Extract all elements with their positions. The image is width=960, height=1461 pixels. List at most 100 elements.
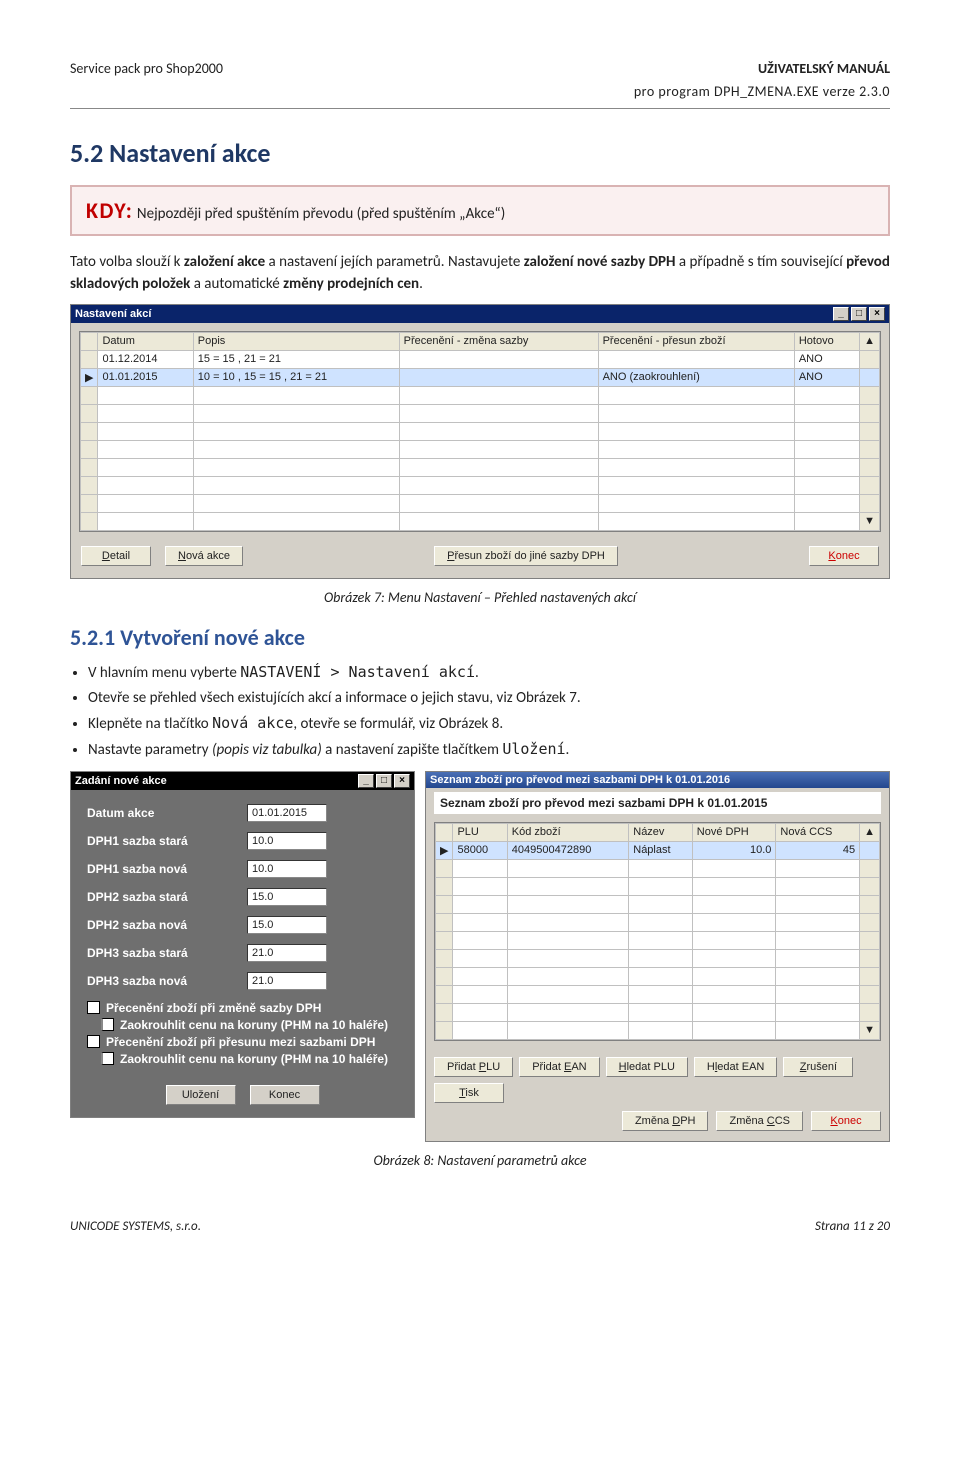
input-dph3-nova[interactable]: 21.0 (247, 972, 327, 990)
maximize-icon[interactable]: □ (851, 307, 867, 321)
table-row (81, 494, 880, 512)
table-row (81, 476, 880, 494)
input-dph3-stara[interactable]: 21.0 (247, 944, 327, 962)
checkbox-label: Zaokrouhlit cenu na koruny (PHM na 10 ha… (120, 1018, 388, 1032)
footer-company: UNICODE SYSTEMS, s.r.o. (70, 1219, 201, 1234)
nova-akce-button[interactable]: Nová akce (165, 546, 243, 566)
kdy-label: KDY: (86, 197, 133, 224)
table-row (436, 985, 880, 1003)
col-kod[interactable]: Kód zboží (507, 823, 628, 841)
table-row (436, 859, 880, 877)
p1i: . (419, 275, 423, 293)
table-row: ▼ (81, 512, 880, 530)
col-nazev[interactable]: Název (629, 823, 693, 841)
maximize-icon[interactable]: □ (376, 774, 392, 788)
col-nova-ccs[interactable]: Nová CCS (776, 823, 860, 841)
scroll-down-icon[interactable]: ▼ (860, 512, 880, 530)
p1e: a případně s tím související (676, 253, 847, 271)
checkbox-zaokrouhlit-1[interactable] (101, 1018, 114, 1031)
input-datum-akce[interactable]: 01.01.2015 (247, 804, 327, 822)
konec-button[interactable]: Konec (811, 1111, 881, 1131)
close-icon[interactable]: × (869, 307, 885, 321)
input-dph2-nova[interactable]: 15.0 (247, 916, 327, 934)
window-title: Seznam zboží pro převod mezi sazbami DPH… (430, 774, 730, 786)
close-icon[interactable]: × (394, 774, 410, 788)
minimize-icon[interactable]: _ (833, 307, 849, 321)
header-right: UŽIVATELSKÝ MANUÁL (758, 60, 890, 77)
input-dph1-stara[interactable]: 10.0 (247, 832, 327, 850)
grid-corner (436, 823, 453, 841)
input-dph2-stara[interactable]: 15.0 (247, 888, 327, 906)
p1a: Tato volba slouží k (70, 253, 184, 271)
goods-grid[interactable]: PLU Kód zboží Název Nové DPH Nová CCS ▲ … (434, 822, 881, 1041)
table-row (436, 895, 880, 913)
table-row (81, 386, 880, 404)
label-dph2-nova: DPH2 sazba nová (87, 918, 237, 932)
checkbox-preceneni-presun[interactable]: ✓ (87, 1035, 100, 1048)
presun-zbozi-button[interactable]: Přesun zboží do jiné sazby DPH (434, 546, 618, 566)
konec-button[interactable]: Konec (250, 1085, 320, 1105)
checkbox-preceneni-zmena[interactable] (87, 1001, 100, 1014)
label-dph2-stara: DPH2 sazba stará (87, 890, 237, 904)
figure-7-caption: Obrázek 7: Menu Nastavení – Přehled nast… (70, 589, 890, 606)
pridat-ean-button[interactable]: Přidat EAN (519, 1057, 599, 1077)
heading-5-2-1: 5.2.1 Vytvoření nové akce (70, 624, 890, 651)
window-title: Nastavení akcí (75, 308, 151, 320)
input-dph1-nova[interactable]: 10.0 (247, 860, 327, 878)
table-row (81, 422, 880, 440)
table-row (436, 931, 880, 949)
pridat-plu-button[interactable]: Přidat PLU (434, 1057, 513, 1077)
hledat-ean-button[interactable]: Hledat EAN (694, 1057, 778, 1077)
list-item: V hlavním menu vyberte NASTAVENÍ > Nasta… (88, 661, 890, 685)
steps-list: V hlavním menu vyberte NASTAVENÍ > Nasta… (88, 661, 890, 763)
actions-grid[interactable]: Datum Popis Přecenění - změna sazby Přec… (79, 331, 881, 532)
minimize-icon[interactable]: _ (358, 774, 374, 788)
p1g: a automatické (190, 275, 283, 293)
table-row (81, 440, 880, 458)
col-datum[interactable]: Datum (98, 332, 193, 350)
hledat-plu-button[interactable]: Hledat PLU (606, 1057, 688, 1077)
tisk-button[interactable]: Tisk (434, 1083, 504, 1103)
window-seznam-zbozi: Seznam zboží pro převod mezi sazbami DPH… (425, 771, 890, 1142)
table-row (436, 949, 880, 967)
table-row (436, 877, 880, 895)
p1h: změny prodejních cen (283, 275, 419, 293)
label-dph3-stara: DPH3 sazba stará (87, 946, 237, 960)
label-dph1-stara: DPH1 sazba stará (87, 834, 237, 848)
p1c: a nastavení jejích parametrů. Nastavujet… (265, 253, 524, 271)
detail-button[interactable]: Detail (81, 546, 151, 566)
col-nove-dph[interactable]: Nové DPH (692, 823, 776, 841)
table-row[interactable]: ▶ 01.01.2015 10 = 10 , 15 = 15 , 21 = 21… (81, 368, 880, 386)
header-left: Service pack pro Shop2000 (70, 60, 223, 77)
grid-corner (81, 332, 98, 350)
label-datum-akce: Datum akce (87, 806, 237, 820)
table-row: ▼ (436, 1021, 880, 1039)
window-nastaveni-akci: Nastavení akcí _ □ × Datum Popis Přeceně… (70, 304, 890, 579)
col-popis[interactable]: Popis (193, 332, 399, 350)
ulozeni-button[interactable]: Uložení (166, 1085, 236, 1105)
table-row (436, 1003, 880, 1021)
zmena-ccs-button[interactable]: Změna CCS (716, 1111, 803, 1131)
window-title: Zadání nové akce (75, 775, 167, 787)
header-sub: pro program DPH_ZMENA.EXE verze 2.3.0 (70, 83, 890, 100)
kdy-text: Nejpozději před spuštěním převodu (před … (137, 205, 505, 223)
col-hotovo[interactable]: Hotovo (794, 332, 859, 350)
table-row (81, 458, 880, 476)
scroll-down-icon[interactable]: ▼ (860, 1021, 880, 1039)
col-prec-presun[interactable]: Přecenění - přesun zboží (598, 332, 794, 350)
col-prec-zmena[interactable]: Přecenění - změna sazby (399, 332, 598, 350)
zruseni-button[interactable]: Zrušení (783, 1057, 853, 1077)
list-item: Nastavte parametry (popis viz tabulka) a… (88, 738, 890, 762)
konec-button[interactable]: Konec (809, 546, 879, 566)
p1b: založení akce (184, 253, 265, 271)
window-zadani-nove-akce: Zadání nové akce _ □ × Datum akce 01.01.… (70, 771, 415, 1118)
table-row[interactable]: ▶ 58000 4049500472890 Náplast 10.0 45 (436, 841, 880, 859)
col-plu[interactable]: PLU (453, 823, 507, 841)
table-row[interactable]: 01.12.2014 15 = 15 , 21 = 21 ANO (81, 350, 880, 368)
label-dph3-nova: DPH3 sazba nová (87, 974, 237, 988)
checkbox-zaokrouhlit-2[interactable]: ✓ (101, 1052, 114, 1065)
figure-8-caption: Obrázek 8: Nastavení parametrů akce (70, 1152, 890, 1169)
scroll-up-icon[interactable]: ▲ (860, 332, 880, 350)
zmena-dph-button[interactable]: Změna DPH (622, 1111, 709, 1131)
scroll-up-icon[interactable]: ▲ (860, 823, 880, 841)
